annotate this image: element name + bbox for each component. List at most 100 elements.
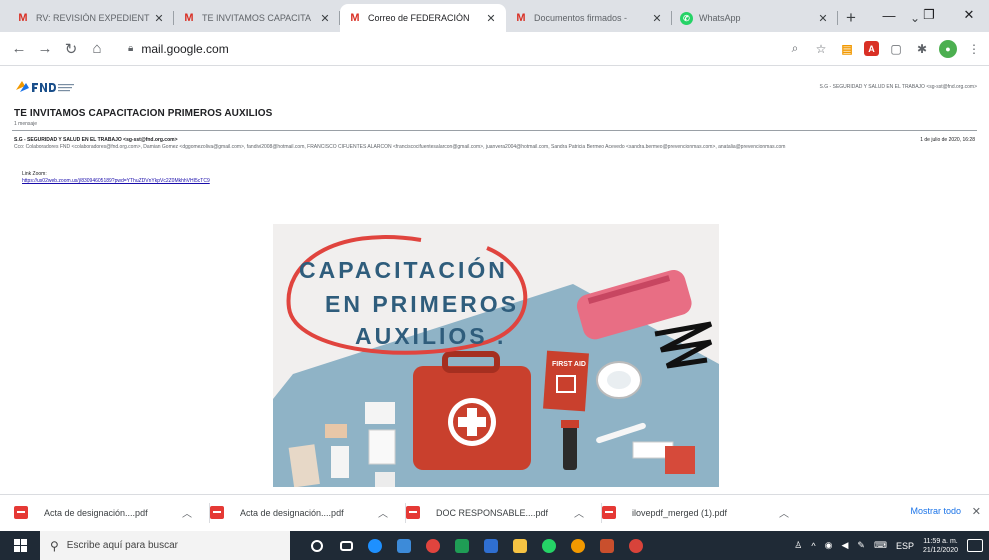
chevron-up-icon[interactable]: ^ xyxy=(811,541,815,551)
email-print-view: S.G - SEGURIDAD Y SALUD EN EL TRABAJO <s… xyxy=(0,67,989,487)
chrome-icon[interactable] xyxy=(420,531,446,560)
chevron-up-icon[interactable]: ︿ xyxy=(565,505,593,520)
store-icon[interactable] xyxy=(391,531,417,560)
tab-title: WhatsApp xyxy=(699,13,741,23)
close-icon[interactable]: ✕ xyxy=(650,12,664,25)
chevron-up-icon[interactable]: ︿ xyxy=(369,505,397,520)
extension-icon[interactable]: ▤ xyxy=(838,40,856,58)
download-filename: ilovepdf_merged (1).pdf xyxy=(632,507,728,518)
tab-te-invitamos[interactable]: M TE INVITAMOS CAPACITA ✕ xyxy=(174,4,340,32)
windows-start-icon[interactable] xyxy=(0,531,40,560)
edge-icon[interactable] xyxy=(362,531,388,560)
app-icon[interactable] xyxy=(623,531,649,560)
cast-icon[interactable]: ▢ xyxy=(887,40,905,58)
profile-avatar[interactable]: ● xyxy=(939,39,957,58)
cortana-icon[interactable] xyxy=(304,531,330,560)
download-item[interactable]: Acta de designación....pdf ︿ xyxy=(14,499,210,527)
language-indicator[interactable]: ESP xyxy=(896,541,914,551)
downloads-shelf: Acta de designación....pdf ︿ Acta de des… xyxy=(0,494,989,530)
header-sender-address: S.G - SEGURIDAD Y SALUD EN EL TRABAJO <s… xyxy=(819,84,977,90)
whatsapp-taskbar-icon[interactable] xyxy=(536,531,562,560)
message-count: 1 mensaje xyxy=(14,121,38,127)
zoom-link-label: Link Zoom: xyxy=(22,171,47,177)
email-subject: TE INVITAMOS CAPACITACION PRIMEROS AUXIL… xyxy=(14,108,273,119)
browser-taskbar-icon[interactable] xyxy=(565,531,591,560)
tab-title: TE INVITAMOS CAPACITA xyxy=(202,13,312,23)
gmail-icon: M xyxy=(18,12,28,24)
close-icon[interactable]: ✕ xyxy=(484,12,498,25)
zoom-link[interactable]: https://us02web.zoom.us/j/83094605189?pw… xyxy=(22,178,210,184)
clock-date: 21/12/2020 xyxy=(922,546,958,554)
chevron-up-icon[interactable]: ︿ xyxy=(173,505,201,520)
minimize-icon[interactable]: — xyxy=(869,0,909,30)
back-icon[interactable]: ← xyxy=(6,36,32,62)
message-date: 1 de julio de 2020, 16:28 xyxy=(920,137,975,143)
window-close-icon[interactable]: ✕ xyxy=(949,0,989,30)
taskbar-clock[interactable]: 11:59 a. m. 21/12/2020 xyxy=(923,537,958,555)
clock-time: 11:59 a. m. xyxy=(923,537,958,545)
forward-icon[interactable]: → xyxy=(32,36,58,62)
pdf-file-icon xyxy=(210,506,224,519)
pdf-file-icon xyxy=(602,506,616,519)
cc-recipients: Cco: Colaboradores FND <colaboradores@fn… xyxy=(14,144,786,150)
pdf-extension-icon[interactable]: A xyxy=(864,41,879,56)
from-line: S.G - SEGURIDAD Y SALUD EN EL TRABAJO <s… xyxy=(14,137,178,143)
people-icon[interactable]: ♙ xyxy=(794,540,802,551)
download-item[interactable]: ilovepdf_merged (1).pdf ︿ xyxy=(602,499,798,527)
maximize-icon[interactable]: ❐ xyxy=(909,0,949,30)
poster-title-line1: CAPACITACIÓN xyxy=(299,256,508,283)
notifications-icon[interactable] xyxy=(967,539,983,552)
show-all-downloads-link[interactable]: Mostrar todo xyxy=(910,506,961,516)
download-item[interactable]: DOC RESPONSABLE....pdf ︿ xyxy=(406,499,602,527)
app-icon[interactable] xyxy=(594,531,620,560)
kit-label: FIRST AID xyxy=(552,361,586,368)
download-filename: Acta de designación....pdf xyxy=(240,507,344,518)
close-icon[interactable]: ✕ xyxy=(318,12,332,25)
extensions-puzzle-icon[interactable]: ✱ xyxy=(913,40,931,58)
tab-correo-federacion[interactable]: M Correo de FEDERACIÓN ✕ xyxy=(340,4,506,32)
new-tab-button[interactable]: + xyxy=(838,4,864,32)
gmail-icon: M xyxy=(184,12,194,24)
divider xyxy=(12,130,977,131)
home-icon[interactable]: ⌂ xyxy=(84,36,110,62)
keyboard-icon[interactable]: ⌨ xyxy=(874,540,887,551)
fnd-logo-graphic xyxy=(16,81,74,92)
browser-toolbar: ← → ↻ ⌂ 🔒︎ mail.google.com ⌕ ☆ ▤ A ▢ ✱ ●… xyxy=(0,32,989,66)
tab-rv-revision[interactable]: M RV: REVISIÓN EXPEDIENT ✕ xyxy=(8,4,174,32)
network-icon[interactable]: ◉ xyxy=(825,540,833,551)
lock-icon: 🔒︎ xyxy=(128,43,134,54)
menu-kebab-icon[interactable]: ⋮ xyxy=(965,40,983,58)
close-icon[interactable]: ✕ xyxy=(152,12,166,25)
gmail-icon: M xyxy=(350,12,360,24)
chevron-up-icon[interactable]: ︿ xyxy=(770,505,798,520)
task-view-icon[interactable] xyxy=(333,531,359,560)
tab-strip: M RV: REVISIÓN EXPEDIENT ✕ M TE INVITAMO… xyxy=(0,0,989,32)
search-placeholder: Escribe aquí para buscar xyxy=(66,540,178,551)
url-text: mail.google.com xyxy=(141,41,229,56)
close-icon[interactable]: ✕ xyxy=(972,505,981,518)
file-explorer-icon[interactable] xyxy=(507,531,533,560)
pinned-apps xyxy=(304,531,649,560)
poster-title-line2: EN PRIMEROS xyxy=(325,291,519,317)
tab-documentos-firmados[interactable]: M Documentos firmados - ✕ xyxy=(506,4,672,32)
word-icon[interactable] xyxy=(478,531,504,560)
reload-icon[interactable]: ↻ xyxy=(58,36,84,62)
gmail-icon: M xyxy=(516,12,526,24)
tab-title: Documentos firmados - xyxy=(534,13,628,23)
pdf-file-icon xyxy=(406,506,420,519)
tab-whatsapp[interactable]: ✆ WhatsApp ✕ xyxy=(672,4,838,32)
close-icon[interactable]: ✕ xyxy=(816,12,830,25)
system-tray: ♙ ^ ◉ ◀ ✎ ⌨ ESP 11:59 a. m. 21/12/2020 xyxy=(794,531,983,560)
download-item[interactable]: Acta de designación....pdf ︿ xyxy=(210,499,406,527)
toolbar-icons: ⌕ ☆ ▤ A ▢ ✱ ● ⋮ xyxy=(786,39,983,58)
zoom-icon[interactable]: ⌕ xyxy=(786,40,804,58)
tab-title: Correo de FEDERACIÓN xyxy=(368,13,470,23)
excel-icon[interactable] xyxy=(449,531,475,560)
bookmark-star-icon[interactable]: ☆ xyxy=(812,40,830,58)
volume-icon[interactable]: ◀ xyxy=(841,540,848,551)
window-controls: — ❐ ✕ xyxy=(869,0,989,30)
pen-icon[interactable]: ✎ xyxy=(857,540,865,551)
address-bar[interactable]: 🔒︎ mail.google.com xyxy=(118,36,778,62)
taskbar-search-box[interactable]: ⚲ Escribe aquí para buscar xyxy=(40,531,290,560)
brand-header xyxy=(14,77,76,97)
